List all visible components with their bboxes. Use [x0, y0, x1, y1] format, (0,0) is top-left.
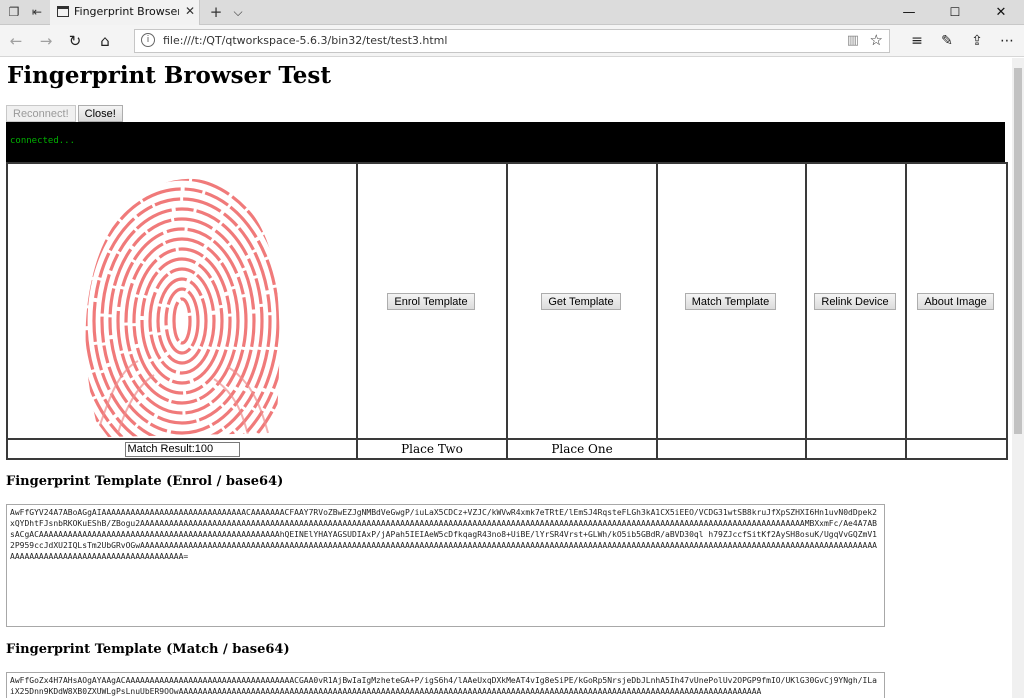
page-icon: [57, 6, 69, 17]
empty-cell: [805, 438, 907, 460]
back-arrow-icon[interactable]: ←: [5, 31, 27, 51]
enrol-template-textarea[interactable]: AwFfGYV24A7ABoAGgAIAAAAAAAAAAAAAAAAAAAAA…: [6, 504, 885, 627]
enrol-template-heading: Fingerprint Template (Enrol / base64): [6, 474, 284, 489]
refresh-icon[interactable]: ↻: [64, 31, 86, 51]
scrollbar-thumb[interactable]: [1014, 68, 1022, 434]
maximize-icon[interactable]: ☐: [932, 0, 978, 25]
reading-view-icon[interactable]: ▥: [847, 33, 859, 48]
enrol-template-cell: Enrol Template: [356, 162, 508, 440]
url-text[interactable]: file:///t:/QT/qtworkspace-5.6.3/bin32/te…: [163, 34, 447, 47]
match-template-textarea[interactable]: AwFfGoZx4H7AHsAOgAYAAgACAAAAAAAAAAAAAAAA…: [6, 672, 885, 698]
star-icon[interactable]: ☆: [870, 31, 883, 49]
about-image-button[interactable]: About Image: [917, 292, 994, 310]
new-tab-icon[interactable]: +: [206, 3, 226, 21]
browser-tab[interactable]: Fingerprint Browser Test ✕: [50, 0, 200, 25]
close-button[interactable]: Close!: [77, 105, 123, 122]
about-image-cell: About Image: [905, 162, 1008, 440]
get-template-cell: Get Template: [506, 162, 658, 440]
address-bar: ← → ↻ ⌂ i file:///t:/QT/qtworkspace-5.6.…: [0, 25, 1024, 57]
fingerprint-image-svg: [85, 178, 280, 437]
home-icon[interactable]: ⌂: [94, 31, 116, 51]
fingerprint-image-cell: [6, 162, 358, 440]
match-template-cell: Match Template: [656, 162, 807, 440]
match-template-heading: Fingerprint Template (Match / base64): [6, 642, 290, 657]
page-viewport: Fingerprint Browser Test Reconnect! Close…: [0, 58, 1024, 698]
page-content: Fingerprint Browser Test Reconnect! Close…: [0, 58, 1012, 698]
fingerprint-image: [8, 165, 356, 437]
relink-device-cell: Relink Device: [805, 162, 907, 440]
url-field[interactable]: i file:///t:/QT/qtworkspace-5.6.3/bin32/…: [134, 29, 890, 53]
share-icon[interactable]: ⇪: [966, 31, 988, 51]
status-console: connected...: [6, 122, 1005, 162]
info-icon[interactable]: i: [141, 33, 155, 47]
pen-icon[interactable]: ✎: [936, 31, 958, 51]
relink-device-button[interactable]: Relink Device: [814, 292, 896, 310]
tab-preview-chevron-icon[interactable]: ⌵: [228, 3, 248, 21]
place-one-label: Place One: [506, 438, 658, 460]
close-tab-icon[interactable]: ✕: [185, 4, 195, 18]
favorites-hub-icon[interactable]: ≡: [906, 31, 928, 51]
close-window-icon[interactable]: ✕: [978, 0, 1024, 25]
enrol-template-button[interactable]: Enrol Template: [387, 292, 475, 310]
page-title: Fingerprint Browser Test: [7, 62, 331, 89]
set-aside-icon[interactable]: ⇤: [27, 3, 47, 21]
match-result-field[interactable]: Match Result:100: [124, 442, 240, 457]
vertical-scrollbar[interactable]: [1012, 58, 1024, 698]
reconnect-button[interactable]: Reconnect!: [6, 105, 76, 122]
tab-bar: ❐ ⇤ Fingerprint Browser Test ✕ + ⌵ — ☐ ✕: [0, 0, 1024, 25]
more-icon[interactable]: ⋯: [996, 31, 1018, 51]
tab-title: Fingerprint Browser Test: [74, 5, 179, 18]
match-template-button[interactable]: Match Template: [684, 292, 777, 310]
place-two-label: Place Two: [356, 438, 508, 460]
forward-arrow-icon[interactable]: →: [35, 31, 57, 51]
empty-cell: [656, 438, 807, 460]
get-template-button[interactable]: Get Template: [541, 292, 621, 310]
empty-cell: [905, 438, 1008, 460]
match-result-cell: Match Result:100: [6, 438, 358, 460]
tab-sets-icon[interactable]: ❐: [4, 3, 24, 21]
control-grid: Enrol Template Get Template Match Templa…: [6, 162, 1008, 460]
minimize-icon[interactable]: —: [886, 0, 932, 25]
console-text: connected...: [10, 136, 76, 146]
